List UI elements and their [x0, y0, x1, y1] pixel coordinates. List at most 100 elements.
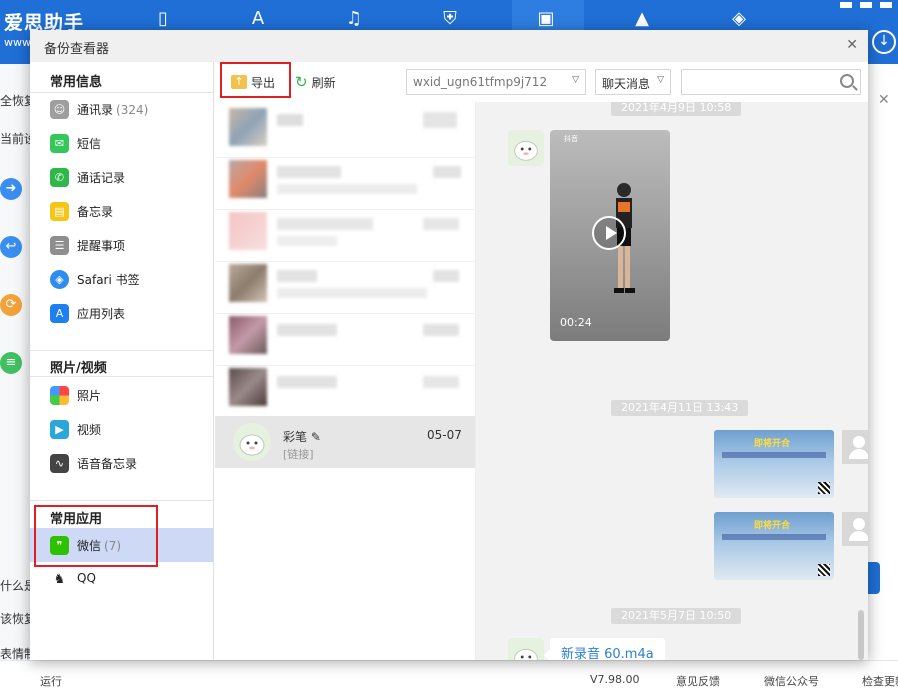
refresh-button[interactable]: ↻ 刷新: [295, 70, 336, 94]
app-store-icon[interactable]: A: [245, 6, 271, 32]
minimize-button[interactable]: [838, 0, 854, 10]
graduation-cap-icon[interactable]: ▲: [629, 6, 655, 32]
sidebar-item-label: 语音备忘录: [77, 457, 138, 471]
list-item[interactable]: [215, 206, 475, 262]
bg-text: 全恢复: [0, 94, 30, 108]
maximize-button[interactable]: [858, 0, 874, 10]
sidebar-item-label: 照片: [77, 389, 102, 403]
export-button[interactable]: ↑ 导出: [231, 70, 275, 94]
notes-icon: ▤: [50, 202, 69, 221]
image-message[interactable]: 即将开合: [714, 430, 834, 498]
play-icon[interactable]: [592, 216, 626, 250]
voice-memo-icon: ∿: [50, 454, 69, 473]
list-item[interactable]: [215, 362, 475, 418]
conversation-snippet: [链接]: [283, 448, 314, 461]
reminders-icon: ☰: [50, 236, 69, 255]
avatar: [229, 368, 267, 406]
sidebar-item-contacts[interactable]: ☺ 通讯录 (324): [30, 92, 213, 126]
search-box: [681, 69, 861, 95]
export-label: 导出: [251, 75, 276, 90]
divider: [30, 500, 213, 501]
export-icon: ↑: [231, 75, 247, 89]
sidebar-item-photos[interactable]: 照片: [30, 378, 213, 412]
avatar: [229, 108, 267, 146]
search-input[interactable]: [686, 73, 836, 91]
sidebar-item-app-list[interactable]: A 应用列表: [30, 296, 213, 330]
image-banner-text: 即将开合: [754, 521, 791, 531]
list-icon: ≡: [0, 352, 22, 374]
dialog-titlebar: 备份查看器 ✕: [30, 30, 868, 62]
toolbox-icon[interactable]: ▣: [533, 6, 559, 32]
chat-scrollbar[interactable]: [858, 610, 864, 660]
item-count: (7): [104, 539, 122, 553]
close-window-button[interactable]: [878, 0, 894, 10]
sidebar-item-label: QQ: [77, 571, 96, 585]
wechat-official-link[interactable]: 微信公众号: [764, 673, 819, 689]
compass-icon[interactable]: ◈: [726, 6, 752, 32]
search-icon[interactable]: [840, 74, 854, 88]
feedback-link[interactable]: 意见反馈: [676, 673, 720, 689]
avatar: [842, 430, 868, 464]
avatar: [229, 264, 267, 302]
qr-code-icon: [818, 482, 830, 494]
sidebar-item-label: 通讯录: [77, 103, 114, 117]
video-message[interactable]: 抖音 00:24: [550, 130, 670, 341]
sync-icon: ⟳: [0, 294, 22, 316]
list-item[interactable]: [215, 258, 475, 314]
close-icon[interactable]: ✕: [846, 37, 858, 53]
video-duration: 00:24: [560, 316, 592, 329]
avatar: [508, 130, 544, 166]
timestamp: 2021年4月11日 13:43: [611, 400, 749, 416]
shield-icon[interactable]: ⛨: [437, 6, 463, 32]
sidebar-item-label: 视频: [77, 423, 102, 437]
app-store-icon: A: [50, 304, 69, 323]
item-count: (324): [116, 103, 149, 117]
sidebar-item-sms[interactable]: ✉ 短信: [30, 126, 213, 160]
sidebar-item-label: Safari 书签: [77, 273, 140, 287]
close-icon[interactable]: ✕: [878, 92, 890, 108]
qq-icon: ♞: [50, 570, 69, 589]
sidebar-item-safari-bookmarks[interactable]: ◈ Safari 书签: [30, 262, 213, 296]
download-icon[interactable]: ↓: [872, 30, 896, 54]
sidebar-item-label: 短信: [77, 137, 102, 151]
conversation-item-selected[interactable]: 彩笔 ✎ 05-07 [链接]: [215, 416, 475, 468]
avatar: [229, 160, 267, 198]
forward-icon: ➜: [0, 178, 22, 200]
bg-text: 当前设: [0, 132, 30, 146]
list-item[interactable]: [215, 154, 475, 210]
list-item[interactable]: [215, 102, 475, 158]
avatar: [508, 638, 544, 660]
sidebar-item-qq[interactable]: ♞ QQ: [30, 562, 213, 596]
sidebar-item-voice-memos[interactable]: ∿ 语音备忘录: [30, 446, 213, 480]
phone-icon[interactable]: ▯: [150, 6, 176, 32]
sidebar-item-videos[interactable]: ▶ 视频: [30, 412, 213, 446]
contacts-icon: ☺: [50, 100, 69, 119]
chat-pane: 2021年4月9日 10:58 抖音 00:24 2021年4月11日 13:4…: [476, 102, 868, 660]
list-item[interactable]: [215, 310, 475, 366]
sidebar-item-label: 微信: [77, 539, 102, 553]
account-select[interactable]: wxid_ugn61tfmp9j712 ▽: [406, 69, 586, 95]
sidebar-item-label: 备忘录: [77, 205, 114, 219]
voice-file-message[interactable]: 新录音 60.m4a: [544, 638, 665, 660]
sidebar-item-call-log[interactable]: ✆ 通话记录: [30, 160, 213, 194]
sidebar-item-label: 应用列表: [77, 307, 126, 321]
sidebar-item-label: 通话记录: [77, 171, 126, 185]
account-select-value: wxid_ugn61tfmp9j712: [413, 75, 548, 89]
backup-viewer-dialog: 备份查看器 ✕ 常用信息 ☺ 通讯录 (324) ✉ 短信 ✆ 通话记录 ▤ 备忘…: [30, 30, 868, 660]
sidebar-item-wechat[interactable]: ❞ 微信 (7): [30, 528, 213, 562]
timestamp: 2021年4月9日 10:58: [611, 102, 742, 116]
message-type-select[interactable]: 聊天消息 ▽: [595, 69, 671, 95]
toolbar: ↑ 导出 ↻ 刷新 wxid_ugn61tfmp9j712 ▽ 聊天消息 ▽: [215, 62, 868, 102]
sidebar-item-reminders[interactable]: ☰ 提醒事项: [30, 228, 213, 262]
check-update-link[interactable]: 检查更新: [862, 673, 898, 689]
chevron-down-icon: ▽: [657, 75, 664, 85]
sidebar: 常用信息 ☺ 通讯录 (324) ✉ 短信 ✆ 通话记录 ▤ 备忘录 ☰ 提醒事项…: [30, 62, 214, 660]
conversation-name: 彩笔: [283, 430, 308, 444]
divider: [30, 350, 213, 351]
section-title-common-apps: 常用应用: [50, 512, 103, 527]
music-icon[interactable]: ♫: [341, 6, 367, 32]
background-button[interactable]: [866, 562, 880, 594]
sidebar-item-notes[interactable]: ▤ 备忘录: [30, 194, 213, 228]
wechat-icon: ❞: [50, 536, 69, 555]
image-message[interactable]: 即将开合: [714, 512, 834, 580]
